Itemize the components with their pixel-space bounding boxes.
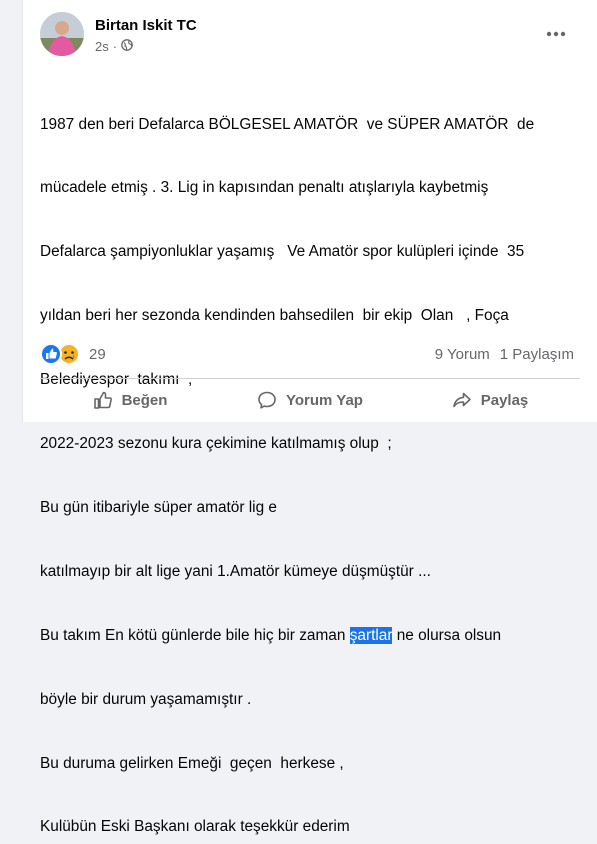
post-line: Bu gün itibariyle süper amatör lig e	[40, 498, 277, 516]
line-text-after: ne olursa olsun	[392, 626, 502, 644]
post-line: Kulübün Eski Başkanı olarak teşekkür ede…	[40, 818, 350, 836]
comments-count[interactable]: 9 Yorum	[435, 346, 490, 363]
selected-text[interactable]: şartlar	[349, 626, 393, 644]
post-card: Birtan Iskit TC 2s · 1987 den beri Defal…	[22, 0, 597, 835]
comment-label: Yorum Yap	[286, 391, 363, 409]
post-line-with-selection: Bu takım En kötü günlerde bile hiç bir z…	[40, 625, 580, 646]
meta-separator: ·	[112, 39, 118, 54]
post-line: 1987 den beri Defalarca BÖLGESEL AMATÖR …	[40, 115, 535, 133]
engagement-stats: 9 Yorum 1 Paylaşım	[435, 346, 574, 363]
post-meta: 2s ·	[95, 39, 133, 54]
post-line: katılmayıp bir alt lige yani 1.Amatör kü…	[40, 562, 431, 580]
post-header: Birtan Iskit TC 2s ·	[40, 12, 580, 60]
post-line: böyle bir durum yaşamamıştır .	[40, 690, 252, 708]
post-line: mücadele etmiş . 3. Lig in kapısından pe…	[40, 179, 489, 197]
post-actions: Beğen Yorum Yap Paylaş	[40, 382, 580, 418]
actions-divider	[40, 378, 580, 379]
like-button[interactable]: Beğen	[40, 382, 220, 418]
post-time[interactable]: 2s	[95, 39, 109, 54]
post-body: 1987 den beri Defalarca BÖLGESEL AMATÖR …	[40, 71, 580, 844]
share-icon	[452, 392, 471, 408]
more-horizontal-icon	[546, 31, 566, 37]
reactions-bar: 29 9 Yorum 1 Paylaşım	[40, 340, 580, 368]
author-avatar[interactable]	[40, 12, 84, 56]
globe-icon	[121, 39, 133, 54]
post-line: Defalarca şampiyonluklar yaşamış Ve Amat…	[40, 243, 525, 261]
comment-icon	[258, 391, 276, 409]
reaction-icons[interactable]	[40, 343, 82, 365]
like-reaction-icon	[40, 343, 62, 365]
share-label: Paylaş	[480, 391, 529, 409]
like-label: Beğen	[121, 391, 168, 409]
line-text-before: Bu takım En kötü günlerde bile hiç bir z…	[40, 626, 350, 644]
comment-button[interactable]: Yorum Yap	[220, 382, 400, 418]
post-line: 2022-2023 sezonu kura çekimine katılmamı…	[40, 435, 392, 453]
more-options-button[interactable]	[540, 18, 572, 50]
share-button[interactable]: Paylaş	[400, 382, 580, 418]
post-line: yıldan beri her sezonda kendinden bahsed…	[40, 307, 509, 325]
shares-count[interactable]: 1 Paylaşım	[500, 346, 574, 363]
reaction-count[interactable]: 29	[89, 346, 106, 363]
post-line: Bu duruma gelirken Emeği geçen herkese ,	[40, 754, 344, 772]
thumbs-up-icon	[93, 391, 112, 409]
author-name[interactable]: Birtan Iskit TC	[95, 17, 197, 34]
